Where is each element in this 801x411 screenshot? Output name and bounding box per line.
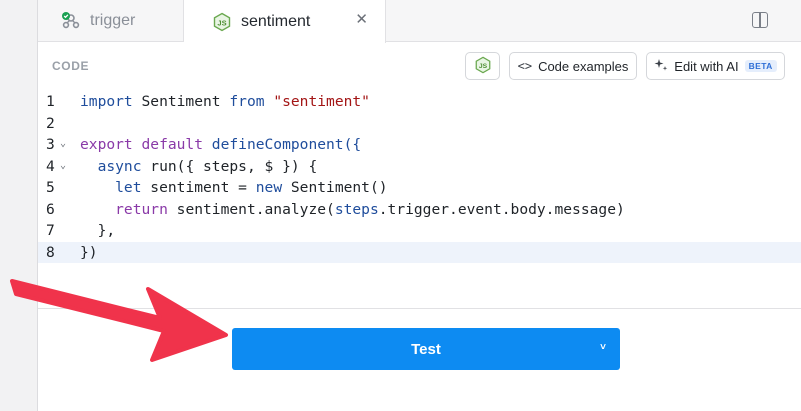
code-text: }) [80,243,98,261]
sparkle-icon [654,58,668,75]
code-text: }, [80,222,116,240]
nodejs-runtime-button[interactable]: JS [465,52,500,80]
code-token: run({ steps, $ }) { [141,157,318,175]
nodejs-icon: JS [212,12,232,32]
line-number: 8 [46,243,55,261]
line-number: 2 [46,114,55,132]
code-line: 5 let sentiment = new Sentiment() [38,177,801,199]
code-token: "sentiment" [264,93,370,111]
code-line: 6 return sentiment.analyze(steps.trigger… [38,199,801,221]
code-line: 4 ⌄ async run({ steps, $ }) { [38,156,801,178]
tab-sentiment[interactable]: JS sentiment ✕ [184,0,386,43]
code-token: Sentiment() [282,179,388,197]
action-bar: Test ˅ [38,308,801,411]
code-token: new [255,179,283,197]
code-token: from [229,93,265,111]
code-token: Sentiment [132,93,230,111]
code-examples-label: Code examples [538,58,629,74]
code-text: return sentiment.analyze(steps.trigger.e… [80,201,625,218]
code-text: import Sentiment from "sentiment" [80,93,370,110]
code-token: default [132,136,212,154]
code-line: 3 ⌄ export default defineComponent({ [38,134,801,156]
code-brackets-icon: <> [517,59,533,73]
edit-with-ai-button[interactable]: Edit with AI BETA [646,52,785,80]
nodejs-icon: JS [474,56,492,77]
tab-trigger[interactable]: trigger [38,0,184,42]
svg-text:JS: JS [478,63,487,70]
code-line: 2 [38,113,801,135]
close-tab-icon[interactable]: ✕ [355,12,368,28]
editor-tab-bar: trigger JS sentiment ✕ [38,0,801,43]
code-text: let sentiment = new Sentiment() [80,179,388,197]
code-token: steps [334,200,379,218]
edit-with-ai-label: Edit with AI [674,58,739,74]
code-token: export [80,136,133,154]
tab-trigger-label: trigger [90,12,136,29]
code-token: import [80,93,133,111]
code-panel: CODE JS <> Code examples Edit with AI BE… [38,43,801,308]
line-number: 1 [46,93,55,111]
code-token: async [80,157,142,175]
code-token: return [80,200,168,218]
chevron-down-icon[interactable]: ˅ [600,342,606,353]
test-button[interactable]: Test ˅ [232,328,620,370]
code-section-label: CODE [52,59,90,73]
line-number: 7 [46,222,55,240]
test-button-label: Test [411,340,441,358]
code-line: 7 }, [38,220,801,242]
code-text: export default defineComponent({ [80,136,361,153]
left-gutter [0,0,38,411]
code-line: 1 import Sentiment from "sentiment" [38,91,801,113]
fold-chevron-icon[interactable]: ⌄ [60,138,66,149]
code-token: defineComponent({ [211,136,362,154]
line-number: 6 [46,200,55,218]
code-text: async run({ steps, $ }) { [80,157,318,175]
trigger-graph-icon [61,11,81,31]
svg-text:JS: JS [217,18,226,27]
code-editor[interactable]: 1 import Sentiment from "sentiment" 2 3 … [38,90,801,268]
code-token: let [80,179,142,197]
tab-sentiment-label: sentiment [241,12,311,30]
code-token: sentiment = [141,179,256,197]
beta-badge: BETA [744,60,777,72]
fold-chevron-icon[interactable]: ⌄ [60,160,66,171]
split-view-icon[interactable] [752,12,768,28]
code-examples-button[interactable]: <> Code examples [509,52,637,80]
line-number: 5 [46,179,55,197]
code-token: .trigger.event.body.message) [378,200,625,218]
code-token: sentiment.analyze( [167,200,335,218]
code-line-active: 8 }) [38,241,801,263]
